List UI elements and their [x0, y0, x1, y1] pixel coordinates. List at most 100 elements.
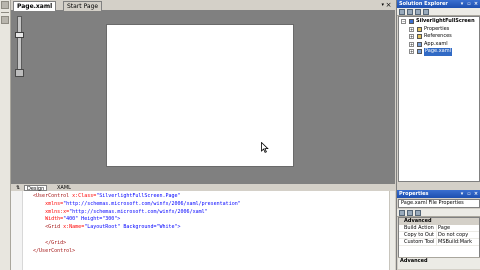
- property-row[interactable]: Custom Tool MSBuild:Mark: [399, 239, 479, 246]
- tab-start-page[interactable]: Start Page: [63, 1, 103, 11]
- code-line: Width="400" Height="300">: [27, 216, 241, 224]
- property-value[interactable]: MSBuild:Mark: [436, 239, 480, 246]
- solution-explorer-titlebar[interactable]: Solution Explorer ▾ ▫ ×: [397, 0, 480, 8]
- property-value[interactable]: Do not copy: [436, 232, 480, 239]
- xaml-code[interactable]: <UserControl x:Class="SilverlightFullScr…: [27, 193, 241, 255]
- expand-icon[interactable]: +: [409, 49, 414, 54]
- property-description-title: Advanced: [400, 258, 428, 264]
- property-rows: Build Action Page Copy to Outp Do not copy C…: [399, 225, 479, 246]
- code-val: "LayoutRoot" Background="White">: [84, 224, 181, 231]
- code-line: <Grid x:Name="LayoutRoot" Background="Wh…: [27, 224, 241, 232]
- fit-to-window-button[interactable]: [15, 69, 24, 77]
- close-icon[interactable]: ×: [473, 1, 479, 7]
- xaml-editor[interactable]: <UserControl x:Class="SilverlightFullScr…: [11, 191, 395, 270]
- xaml-file-icon: [417, 41, 422, 47]
- close-icon[interactable]: ×: [473, 191, 479, 197]
- code-attr: x:Class=: [69, 193, 97, 199]
- property-name: Copy to Outp: [404, 232, 434, 238]
- properties-toolbar: [397, 209, 480, 217]
- code-attr: xmlns:x=: [45, 208, 70, 215]
- close-icon[interactable]: ×: [385, 1, 392, 9]
- tree-item-label: Properties: [424, 25, 450, 32]
- xaml-file-icon: [417, 49, 422, 54]
- document-tab-strip: Page.xaml Start Page ▾ ×: [11, 0, 395, 11]
- right-tool-windows: Solution Explorer ▾ ▫ × − SilverlightFull…: [396, 0, 480, 270]
- zoom-slider[interactable]: [14, 16, 25, 78]
- code-attr: Width=: [45, 216, 64, 223]
- property-row[interactable]: Build Action Page: [399, 225, 479, 232]
- chevron-down-icon[interactable]: ▾: [459, 191, 465, 197]
- code-line: <UserControl x:Class="SilverlightFullScr…: [27, 193, 241, 201]
- code-val: "http://schemas.microsoft.com/winfx/2006…: [69, 208, 208, 215]
- property-pages-icon[interactable]: [415, 210, 421, 216]
- view-code-icon[interactable]: [423, 9, 429, 15]
- mouse-cursor-icon: [261, 142, 269, 153]
- toolbox-strip: [0, 0, 11, 270]
- pin-icon[interactable]: ▫: [466, 1, 472, 7]
- property-object-selector[interactable]: Page.xaml File Properties: [398, 199, 480, 208]
- property-row[interactable]: Copy to Outp Do not copy: [399, 232, 479, 239]
- alphabetical-icon[interactable]: [407, 210, 413, 216]
- tree-item[interactable]: + Page.xaml: [399, 48, 479, 56]
- code-tag: </Grid>: [45, 239, 67, 246]
- code-val: "400" Height="300">: [63, 216, 121, 223]
- property-description: Advanced: [398, 257, 480, 269]
- property-name: Custom Tool: [404, 239, 434, 245]
- toolbox-icon[interactable]: [1, 1, 9, 9]
- properties-icon[interactable]: [399, 9, 405, 15]
- chevron-down-icon[interactable]: ▾: [459, 1, 465, 7]
- tree-item-label: App.xaml: [424, 40, 448, 47]
- panel-title: Properties: [399, 191, 429, 197]
- code-line: xmlns="http://schemas.microsoft.com/winf…: [27, 201, 241, 209]
- code-pre: [27, 209, 45, 215]
- code-val: "SilverlightFullScreen.Page": [96, 193, 181, 199]
- tree-item[interactable]: + References: [399, 33, 479, 41]
- expand-icon[interactable]: +: [409, 41, 414, 47]
- code-val: "http://schemas.microsoft.com/winfx/2006…: [63, 200, 241, 207]
- references-folder-icon: [417, 34, 422, 39]
- zoom-thumb[interactable]: [15, 32, 24, 38]
- tree-item-label: References: [424, 33, 452, 39]
- toolbox-divider: [1, 12, 9, 13]
- tree-item-label: Page.xaml: [424, 48, 452, 56]
- server-explorer-icon[interactable]: [1, 16, 9, 24]
- categorized-icon[interactable]: [399, 210, 405, 216]
- refresh-icon[interactable]: [415, 9, 421, 15]
- expand-icon[interactable]: +: [409, 34, 414, 39]
- property-value[interactable]: Page: [436, 225, 480, 232]
- property-category[interactable]: Advanced: [399, 218, 479, 225]
- tree-item[interactable]: − SilverlightFullScreen: [399, 18, 479, 26]
- zoom-track[interactable]: [17, 16, 22, 70]
- property-name: Build Action: [404, 225, 434, 231]
- tree-item[interactable]: + App.xaml: [399, 41, 479, 49]
- code-line: </Grid>: [27, 240, 241, 248]
- property-object-name: Page.xaml File Properties: [401, 200, 464, 206]
- solution-explorer-toolbar: [397, 8, 480, 16]
- expand-icon[interactable]: +: [409, 26, 414, 32]
- code-tag: </UserControl>: [33, 247, 76, 254]
- tab-page-xaml[interactable]: Page.xaml: [13, 1, 57, 11]
- code-pre: [27, 224, 45, 230]
- code-tag: <UserControl: [33, 193, 70, 199]
- code-pre: [27, 240, 45, 246]
- pin-icon[interactable]: ▫: [466, 191, 472, 197]
- code-line: xmlns:x="http://schemas.microsoft.com/wi…: [27, 209, 241, 217]
- properties-titlebar[interactable]: Properties ▾ ▫ ×: [397, 190, 480, 198]
- tree-item[interactable]: + Properties: [399, 26, 479, 34]
- properties-panel: Properties ▾ ▫ × Page.xaml File Properti…: [397, 190, 480, 270]
- solution-tree[interactable]: − SilverlightFullScreen + Properties + Refere…: [398, 16, 480, 182]
- code-line: </UserControl>: [27, 248, 241, 256]
- show-all-files-icon[interactable]: [407, 9, 413, 15]
- property-category-label: Advanced: [404, 218, 432, 224]
- project-icon: [409, 19, 414, 24]
- code-tag: <Grid: [45, 224, 61, 231]
- properties-folder-icon: [417, 26, 422, 32]
- code-pre: [27, 216, 45, 222]
- chevron-down-icon[interactable]: ▾: [381, 1, 384, 9]
- tree-item-label: SilverlightFullScreen: [416, 18, 475, 24]
- editor-vertical-scrollbar[interactable]: [389, 191, 395, 270]
- code-pre: [27, 201, 45, 207]
- panel-title: Solution Explorer: [399, 1, 448, 7]
- collapse-icon[interactable]: −: [401, 19, 406, 24]
